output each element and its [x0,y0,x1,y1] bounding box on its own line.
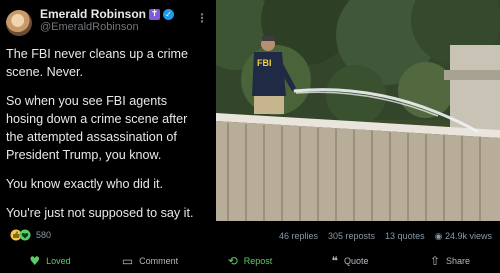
post-card: Emerald Robinson ✝ ✓ @EmeraldRobinson ⋮ … [0,0,500,273]
share-button[interactable]: ⇧ Share [400,254,500,268]
author-names: Emerald Robinson ✝ ✓ @EmeraldRobinson [40,8,175,34]
reposts-count[interactable]: 305 reposts [328,231,375,242]
quote-label: Quote [343,256,369,266]
post-paragraph: The FBI never cleans up a crime scene. N… [6,47,188,79]
reaction-summary[interactable]: 580 [10,229,51,241]
author-handle[interactable]: @EmeraldRobinson [40,21,174,34]
repost-label: Repost [243,256,273,266]
author-row: Emerald Robinson ✝ ✓ @EmeraldRobinson [6,8,206,40]
comment-icon: ▭ [121,254,134,268]
action-bar: ♥ Loved ▭ Comment ⟲ Repost ❝ Quote ⇧ Sha… [0,249,500,273]
eye-icon: ◉ [434,232,443,242]
heart-icon: ♥ [29,254,41,268]
engagement-stats: 46 replies 305 reposts 13 quotes ◉ 24.9k… [279,231,492,242]
comment-button[interactable]: ▭ Comment [100,254,200,268]
post-paragraph: You know exactly who did it. [6,177,164,191]
post-left-column: Emerald Robinson ✝ ✓ @EmeraldRobinson ⋮ … [0,0,212,222]
quote-button[interactable]: ❝ Quote [300,254,400,268]
post-paragraph: So when you see FBI agents hosing down a… [6,94,188,162]
repost-icon: ⟲ [227,254,238,268]
post-photo[interactable]: FBI [216,0,500,221]
repost-button[interactable]: ⟲ Repost [200,254,300,268]
loved-label: Loved [46,256,71,266]
views-count: ◉ 24.9k views [435,231,492,242]
engagement-counts: 580 46 replies 305 reposts 13 quotes ◉ 2… [0,229,500,245]
name-row: Emerald Robinson ✝ ✓ [40,8,175,21]
share-icon: ⇧ [429,254,441,268]
quote-icon: ❝ [331,254,338,268]
post-text: The FBI never cleans up a crime scene. N… [6,45,206,222]
post-paragraph: You're just not supposed to say it. [6,206,194,220]
replies-count[interactable]: 46 replies [279,231,318,242]
comment-label: Comment [139,256,179,266]
ellipsis-icon[interactable]: ⋮ [196,11,208,25]
views-label: 24.9k views [444,231,492,241]
avatar[interactable] [6,10,32,36]
verified-icon: ✓ [163,9,175,20]
share-label: Share [446,256,471,266]
reaction-count: 580 [36,230,52,240]
loved-button[interactable]: ♥ Loved [0,254,100,268]
thumbs-up-heart-icon [10,229,31,241]
photo-illustration: FBI [216,0,500,221]
cross-badge-icon: ✝ [149,9,161,20]
quotes-count[interactable]: 13 quotes [385,231,425,242]
fbi-vest-text: FBI [257,58,272,68]
author-name[interactable]: Emerald Robinson [40,8,146,21]
